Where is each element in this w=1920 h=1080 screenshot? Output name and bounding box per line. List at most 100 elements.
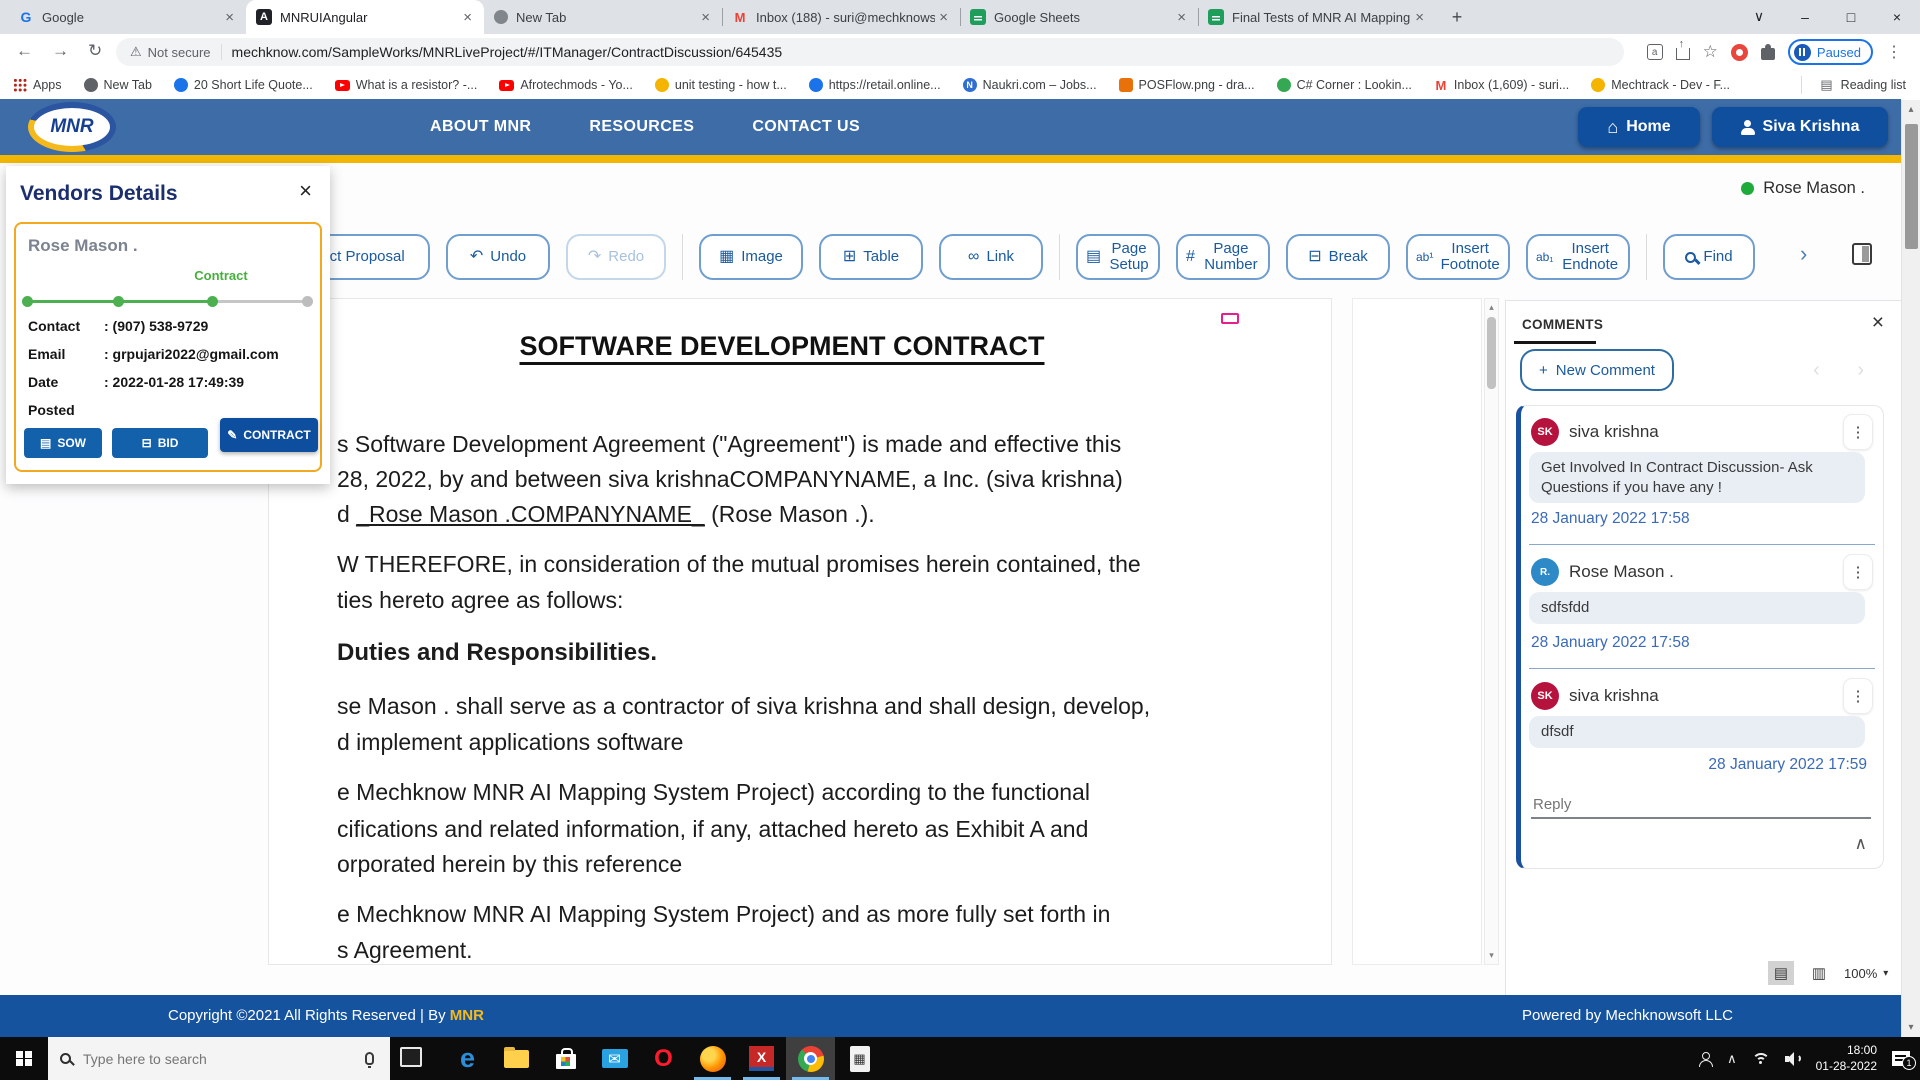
comment-menu-icon[interactable]: ⋮ [1843,414,1873,450]
volume-icon[interactable] [1785,1052,1801,1066]
page-setup-button[interactable]: ▤ Page Setup [1076,234,1160,280]
close-window-button[interactable]: × [1874,0,1920,33]
bookmark-mechtrack[interactable]: Mechtrack - Dev - F... [1591,78,1730,92]
bookmark-naukri[interactable]: NNaukri.com – Jobs... [963,78,1097,92]
hidden-icons-chevron[interactable]: ∧ [1727,1051,1737,1067]
tab-final-tests[interactable]: Final Tests of MNR AI Mapping S × [1198,0,1436,34]
store-taskbar-icon[interactable] [541,1037,590,1080]
bookmark-unit-testing[interactable]: unit testing - how t... [655,78,787,92]
scroll-down-icon[interactable]: ▾ [1485,950,1498,961]
print-layout-icon[interactable]: ▤ [1768,961,1794,985]
tab-close-icon[interactable]: × [1173,9,1190,26]
security-label[interactable]: Not secure [148,45,211,60]
chrome-menu-icon[interactable]: ⋮ [1886,42,1902,62]
bookmark-star-icon[interactable]: ☆ [1703,42,1718,62]
calculator-taskbar-icon[interactable]: ▦ [835,1037,884,1080]
action-center-icon[interactable]: 1 [1892,1051,1910,1066]
browser-scrollbar[interactable]: ▴ ▾ [1901,100,1920,1037]
tab-new-tab[interactable]: New Tab × [484,0,722,34]
user-button[interactable]: Siva Krishna [1712,107,1888,147]
tab-close-icon[interactable]: × [459,9,476,26]
link-button[interactable]: ∞ Link [939,234,1043,280]
comment-menu-icon[interactable]: ⋮ [1843,678,1873,714]
people-icon[interactable] [1698,1052,1712,1066]
apps-shortcut[interactable]: Apps [14,78,62,92]
bookmark-retail-online[interactable]: https://retail.online... [809,78,941,92]
sow-button[interactable]: ▤ SOW [24,428,102,458]
zoom-dropdown-icon[interactable]: ▾ [1883,968,1888,979]
comment-nav-arrows[interactable]: ‹ › [1813,359,1880,382]
close-icon[interactable]: × [299,178,312,204]
extension-icon[interactable] [1731,44,1748,61]
firefox-taskbar-icon[interactable] [688,1037,737,1080]
nav-contact-us[interactable]: CONTACT US [752,118,860,136]
footer-brand-link[interactable]: MNR [450,1007,484,1024]
insert-footnote-button[interactable]: ab¹ Insert Footnote [1406,234,1510,280]
file-explorer-taskbar-icon[interactable] [492,1037,541,1080]
close-comments-icon[interactable]: × [1872,311,1884,335]
new-comment-button[interactable]: + New Comment [1520,349,1674,391]
tab-mnruiangular-active[interactable]: A MNRUIAngular × [246,0,484,34]
tab-gmail-inbox[interactable]: M Inbox (188) - suri@mechknowsof × [722,0,960,34]
home-button[interactable]: ⌂ Home [1578,107,1700,147]
image-button[interactable]: ▦ Image [699,234,803,280]
share-icon[interactable] [1676,48,1690,60]
break-button[interactable]: ⊟ Break [1286,234,1390,280]
bookmark-inbox[interactable]: MInbox (1,609) - suri... [1434,78,1569,92]
document-scrollbar[interactable]: ▴ ▾ [1484,298,1499,965]
restore-button[interactable]: □ [1828,0,1874,33]
web-layout-icon[interactable]: ▥ [1806,961,1832,985]
url-text[interactable]: mechknow.com/SampleWorks/MNRLiveProject/… [232,44,783,60]
mnr-logo[interactable]: MNR [28,102,116,152]
mail-taskbar-icon[interactable]: ✉ [590,1037,639,1080]
toolbar-overflow-chevron-icon[interactable]: › [1800,241,1807,267]
opera-taskbar-icon[interactable]: O [639,1037,688,1080]
tab-close-icon[interactable]: × [221,9,238,26]
back-icon[interactable]: ← [16,41,33,61]
page-number-button[interactable]: # Page Number [1176,234,1270,280]
tab-google-sheets[interactable]: Google Sheets × [960,0,1198,34]
search-input[interactable] [83,1051,353,1067]
zoom-level[interactable]: 100% [1844,966,1877,981]
comment-anchor-marker[interactable] [1221,313,1239,324]
clock[interactable]: 18:00 01-28-2022 [1816,1043,1877,1074]
insert-endnote-button[interactable]: ab₁ Insert Endnote [1526,234,1630,280]
bookmark-posflow[interactable]: POSFlow.png - dra... [1119,78,1255,92]
contract-button[interactable]: ✎ CONTRACT [220,418,318,452]
start-button[interactable] [0,1037,48,1080]
table-button[interactable]: ⊞ Table [819,234,923,280]
bookmark-csharp-corner[interactable]: C# Corner : Lookin... [1277,78,1412,92]
forward-icon[interactable]: → [52,41,69,61]
extensions-puzzle-icon[interactable] [1761,48,1775,60]
wifi-icon[interactable] [1752,1053,1770,1065]
scroll-down-icon[interactable]: ▾ [1902,1022,1920,1033]
minimize-button[interactable]: – [1782,0,1828,33]
omnibox[interactable]: ⚠ Not secure mechknow.com/SampleWorks/MN… [116,38,1624,66]
translate-icon[interactable]: a [1647,44,1663,60]
chrome-taskbar-icon[interactable] [786,1037,835,1080]
reading-list[interactable]: ▤ Reading list [1801,76,1906,94]
scrollbar-thumb[interactable] [1905,124,1918,249]
reload-icon[interactable]: ↻ [88,41,102,61]
reply-input[interactable] [1531,792,1871,819]
document-page[interactable]: SOFTWARE DEVELOPMENT CONTRACT s Software… [268,298,1332,965]
paused-extension-pill[interactable]: Paused [1788,39,1873,65]
undo-button[interactable]: ↶ Undo [446,234,550,280]
find-button[interactable]: Find [1663,234,1755,280]
tab-close-icon[interactable]: × [697,9,714,26]
redo-button[interactable]: ↷ Redo [566,234,666,280]
collapse-chevron-icon[interactable]: ∧ [1855,834,1867,854]
side-panel-toggle-icon[interactable] [1852,243,1872,265]
bookmark-resistor[interactable]: What is a resistor? -... [335,78,478,92]
microphone-icon[interactable] [365,1052,374,1065]
tab-close-icon[interactable]: × [1411,9,1428,26]
scroll-up-icon[interactable]: ▴ [1902,104,1920,115]
tab-google[interactable]: G Google × [8,0,246,34]
tab-search-icon[interactable]: ∨ [1736,0,1782,33]
bookmark-new-tab[interactable]: New Tab [84,78,152,92]
task-view-button[interactable] [400,1047,422,1067]
bookmark-afrotechmods[interactable]: Afrotechmods - Yo... [499,78,633,92]
scrollbar-thumb[interactable] [1487,317,1496,389]
comment-menu-icon[interactable]: ⋮ [1843,554,1873,590]
tab-close-icon[interactable]: × [935,9,952,26]
